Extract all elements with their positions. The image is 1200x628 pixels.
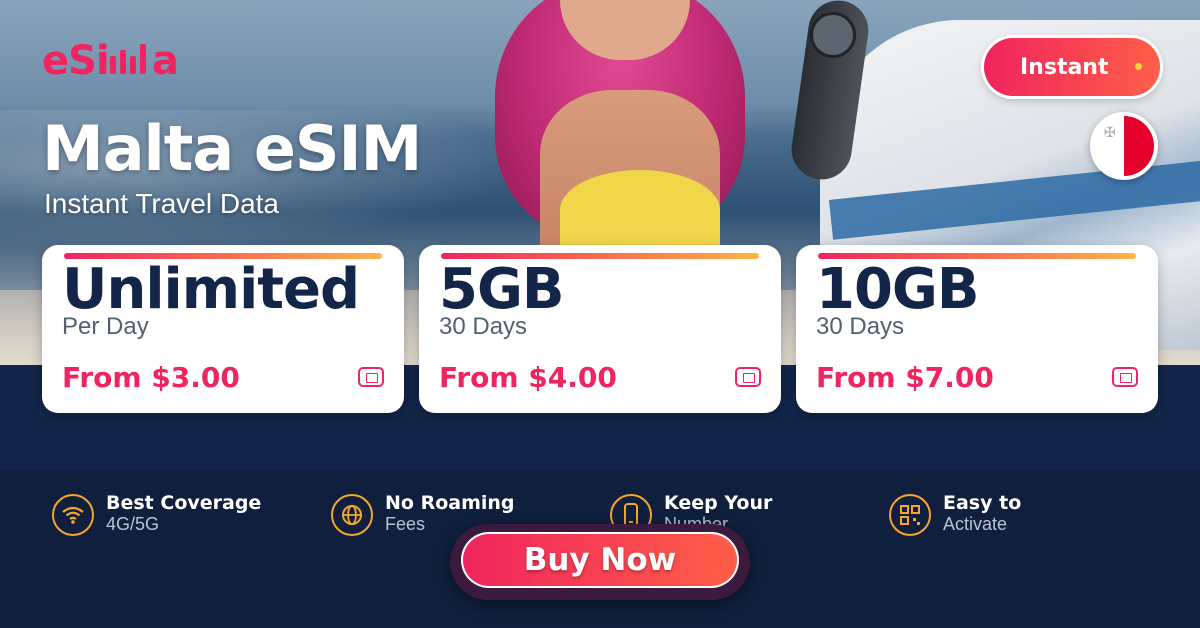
instant-badge[interactable]: Instant [984,38,1160,96]
feature-title: Best Coverage [106,492,262,514]
page-subtitle: Instant Travel Data [44,188,280,219]
page-title: Malta eSIM [42,112,422,185]
wifi-icon [52,494,94,536]
sim-card-icon [1112,367,1138,387]
plan-period: Per Day [62,313,149,340]
badge-dot-icon [1135,63,1142,70]
george-cross-icon: ✠ [1104,125,1116,141]
malta-flag-icon: ✠ [1090,112,1158,180]
plan-period: 30 Days [439,313,528,340]
plan-amount: 10GB [816,257,980,322]
esimma-logo-icon: eSi a [42,38,179,84]
plan-card-unlimited[interactable]: Unlimited Per Day From $3.00 [42,245,404,413]
plan-price: From $4.00 [439,361,617,394]
feature-title: Easy to [943,492,1022,514]
plan-price: From $7.00 [816,361,994,394]
feature-title: Keep Your [664,492,773,514]
plan-card-10gb[interactable]: 10GB 30 Days From $7.00 [796,245,1158,413]
feature-subtitle: Fees [385,514,426,534]
buy-now-button[interactable]: Buy Now [461,532,739,588]
svg-text:a: a [152,38,178,82]
sim-card-icon [735,367,761,387]
sim-card-icon [358,367,384,387]
propeller-hub [810,12,856,58]
plan-period: 30 Days [816,313,905,340]
svg-text:eSi: eSi [42,38,109,82]
feature-subtitle: 4G/5G [106,514,160,534]
plan-amount: Unlimited [62,257,360,322]
plan-card-5gb[interactable]: 5GB 30 Days From $4.00 [419,245,781,413]
brand-logo[interactable]: eSi a [42,38,210,92]
feature-title: No Roaming [385,492,515,514]
feature-subtitle: Activate [943,514,1008,534]
globe-icon [331,494,373,536]
yellow-dress [560,170,720,250]
instant-badge-label: Instant [1020,54,1109,80]
qr-code-icon [889,494,931,536]
plan-amount: 5GB [439,257,565,322]
plan-price: From $3.00 [62,361,240,394]
